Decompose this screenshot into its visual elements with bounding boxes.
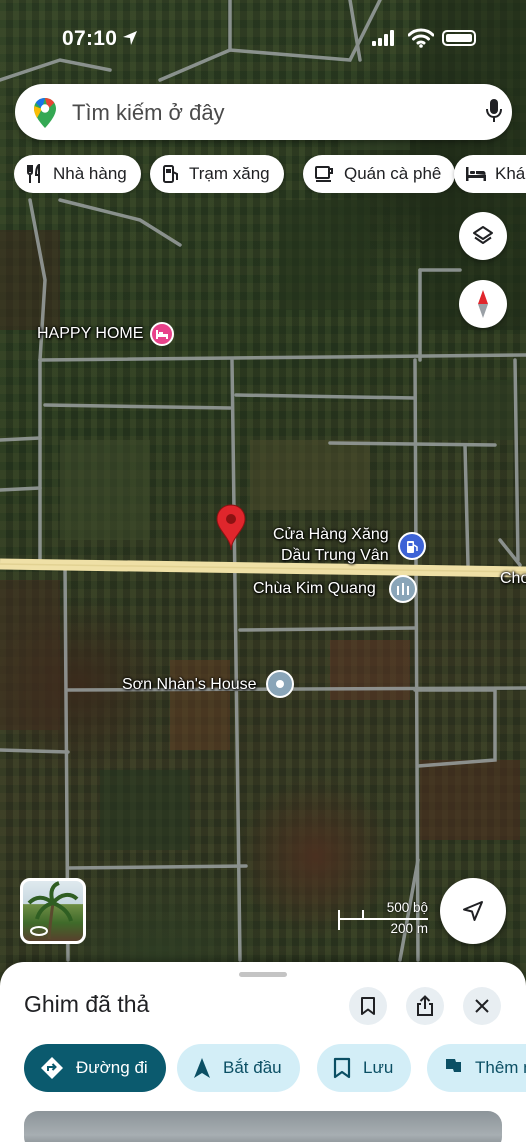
bookmark-icon	[361, 997, 375, 1015]
action-label: Bắt đầu	[223, 1058, 282, 1077]
gas-station-pin-icon[interactable]	[398, 532, 426, 560]
flag-icon	[446, 1059, 461, 1078]
map-label-pagoda[interactable]: Chùa Kim Quang	[253, 580, 376, 598]
scale-tick	[338, 910, 340, 930]
save-button[interactable]	[349, 987, 387, 1025]
bookmark-icon	[333, 1057, 351, 1079]
share-button[interactable]	[406, 987, 444, 1025]
scale-metric: 200 m	[390, 921, 428, 936]
fork-knife-icon	[27, 164, 40, 183]
battery-icon	[442, 30, 476, 46]
navigation-arrow-icon	[194, 1058, 210, 1078]
search-input[interactable]: Tìm kiếm ở đây	[72, 100, 225, 126]
coffee-cup-icon	[315, 166, 333, 182]
chip-restaurants[interactable]: Nhà hàng	[14, 155, 141, 193]
bed-icon	[156, 330, 168, 339]
action-label: Thêm nhãn	[475, 1058, 526, 1077]
close-button[interactable]	[463, 987, 501, 1025]
temple-icon	[397, 583, 409, 595]
gas-station-icon	[163, 165, 178, 183]
start-button[interactable]: Bắt đầu	[177, 1044, 300, 1092]
location-arrow-icon	[123, 31, 137, 45]
chip-gas-stations[interactable]: Trạm xăng	[150, 155, 284, 193]
navigation-arrow-icon	[463, 901, 483, 921]
share-icon	[417, 995, 433, 1016]
map-label-gas-station-line2[interactable]: Dầu Trung Vân	[281, 547, 389, 565]
status-bar: 07:10	[0, 0, 526, 80]
pagoda-pin-icon[interactable]	[389, 575, 417, 603]
search-bar[interactable]: Tìm kiếm ở đây	[15, 84, 512, 140]
scale-tick	[362, 910, 364, 919]
dropped-pin-icon[interactable]	[215, 504, 247, 552]
compass-button[interactable]	[459, 280, 507, 328]
cellular-signal-icon	[372, 30, 394, 46]
google-maps-logo-icon	[34, 98, 56, 128]
map-label-road-edge: Cho	[500, 570, 526, 587]
category-chips: Nhà hàng Trạm xăng Quán cà phê Khách sạn	[14, 155, 526, 193]
rotate-360-icon	[30, 926, 48, 936]
photo-preview[interactable]	[24, 1111, 502, 1142]
sheet-drag-handle[interactable]	[239, 972, 287, 977]
hotel-pin-icon[interactable]	[150, 322, 174, 346]
chip-cafes[interactable]: Quán cà phê	[303, 155, 456, 193]
street-view-thumbnail[interactable]	[20, 878, 86, 944]
action-buttons: Đường đi Bắt đầu Lưu Thêm nhãn	[24, 1044, 526, 1092]
microphone-icon[interactable]	[485, 98, 503, 124]
status-time: 07:10	[62, 27, 118, 50]
directions-button[interactable]: Đường đi	[24, 1044, 166, 1092]
dot-icon	[276, 680, 284, 688]
map-scale: 500 bộ 200 m	[336, 898, 430, 938]
compass-icon	[478, 290, 488, 318]
chip-label: Nhà hàng	[53, 164, 127, 183]
wifi-icon	[408, 28, 434, 48]
save-action-button[interactable]: Lưu	[317, 1044, 412, 1092]
close-icon	[475, 999, 489, 1013]
place-pin-icon[interactable]	[266, 670, 294, 698]
layers-button[interactable]	[459, 212, 507, 260]
chip-hotels[interactable]: Khách sạn	[454, 155, 526, 193]
chip-label: Quán cà phê	[344, 164, 442, 183]
my-location-button[interactable]	[440, 878, 506, 944]
sheet-title: Ghim đã thả	[24, 991, 150, 1017]
map-label-house[interactable]: Sơn Nhàn's House	[122, 676, 257, 694]
chip-label: Trạm xăng	[189, 164, 270, 183]
map-label-happy-home[interactable]: HAPPY HOME	[37, 325, 143, 343]
fuel-pump-icon	[407, 540, 418, 553]
dropped-pin-sheet[interactable]: Ghim đã thả Đường đi Bắt đầu Lưu Thêm	[0, 962, 526, 1142]
layers-icon	[473, 226, 493, 244]
map-label-gas-station-line1[interactable]: Cửa Hàng Xăng	[273, 526, 389, 544]
scale-imperial: 500 bộ	[386, 900, 428, 915]
action-label: Đường đi	[76, 1058, 148, 1077]
action-label: Lưu	[363, 1058, 394, 1077]
scale-line	[338, 918, 428, 920]
directions-icon	[41, 1057, 63, 1079]
bed-icon	[466, 167, 486, 181]
chip-label: Khách sạn	[495, 164, 526, 183]
add-label-button[interactable]: Thêm nhãn	[427, 1044, 526, 1092]
